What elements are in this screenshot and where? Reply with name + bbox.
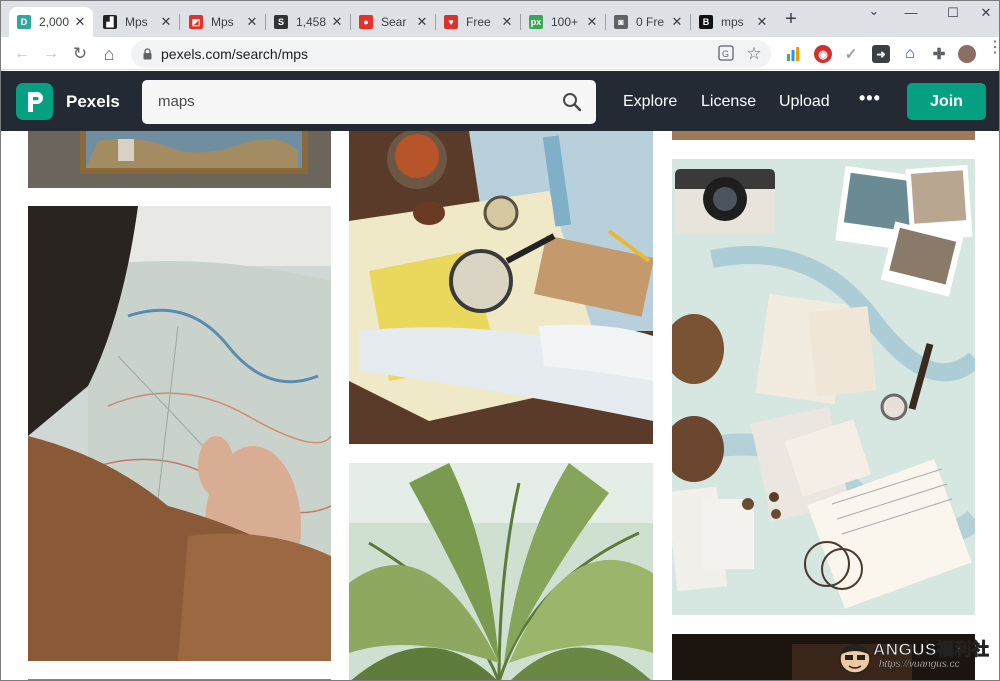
forward-button[interactable]: → [40,43,62,65]
browser-tab-8[interactable]: ◙ 0 Fre ✕ [606,7,690,37]
tab-title: Mps [125,15,148,29]
pexels-logo-icon[interactable] [16,83,53,120]
site-logo-text[interactable]: Pexels [66,92,120,112]
photo-wood-table[interactable] [672,131,975,140]
photo-camera-polaroids-passports[interactable] [672,159,975,615]
close-tab-icon[interactable]: ✕ [755,14,769,30]
photo-palm-leaves[interactable] [349,463,653,680]
tab-favicon-icon: ◙ [614,15,628,29]
minimize-button[interactable]: — [896,5,926,23]
svg-text:G: G [722,49,729,59]
join-button[interactable]: Join [907,83,986,120]
close-tab-icon[interactable]: ✕ [585,14,599,30]
browser-menu-icon[interactable]: ⋮ [987,40,999,56]
browser-tab-1[interactable]: D 2,000 ✕ [9,7,93,37]
browser-window: D 2,000 ✕ ▟ Mps ✕ ◩ Mps ✕ S 1,458 ✕ ● Sear ✕ ♥ Free ✕ px 10… [0,0,1000,681]
translate-icon[interactable]: G [717,45,735,63]
tab-title: Mps [211,15,234,29]
tab-favicon-icon: ● [359,15,373,29]
nav-link-explore[interactable]: Explore [623,93,677,111]
tab-favicon-icon: ▟ [103,15,117,29]
tab-title: 100+ [551,15,579,29]
check-extension-icon[interactable]: ✓ [842,45,860,63]
tab-title: 0 Fre [636,15,665,29]
home-extension-icon[interactable]: ⌂ [901,45,919,63]
puzzle-extensions-icon[interactable]: ✚ [930,45,948,63]
tab-favicon-icon: px [529,15,543,29]
tab-favicon-icon: ♥ [444,15,458,29]
close-tab-icon[interactable]: ✕ [670,14,684,30]
close-tab-icon[interactable]: ✕ [330,14,344,30]
tab-separator [179,14,180,30]
tab-favicon-icon: ◩ [189,15,203,29]
tab-title: mps [721,15,744,29]
browser-tab-6[interactable]: ♥ Free ✕ [436,7,520,37]
watermark: ANGUS福利社 https://vuangus.cc [837,633,997,679]
more-menu-button[interactable]: ••• [859,88,881,109]
site-header: Pexels maps Explore License Upload ••• J… [1,71,999,131]
browser-toolbar: ← → ↻ ⌂ pexels.com/search/mps G ☆ ◉ ✓ ➜ … [1,37,999,70]
browser-tab-9[interactable]: Bmps ✕ [691,7,775,37]
close-tab-icon[interactable]: ✕ [500,14,514,30]
photo-grid [1,131,999,680]
tab-favicon-icon: B [699,15,713,29]
home-button[interactable]: ⌂ [98,43,120,65]
url-text: pexels.com/search/mps [161,46,309,62]
back-button[interactable]: ← [11,43,33,65]
new-tab-button[interactable]: + [781,9,801,30]
tab-strip: D 2,000 ✕ ▟ Mps ✕ ◩ Mps ✕ S 1,458 ✕ ● Sear ✕ ♥ Free ✕ px 10… [1,1,999,37]
photo-man-reading-map[interactable] [28,206,331,661]
profile-avatar[interactable] [958,45,976,63]
search-icon[interactable] [562,92,582,112]
arrow-extension-icon[interactable]: ➜ [872,45,890,63]
close-tab-icon[interactable]: ✕ [73,14,87,30]
browser-tab-2[interactable]: ▟ Mps ✕ [95,7,179,37]
search-input[interactable]: maps [142,80,596,124]
photo-maps-magnifier-compass[interactable] [349,131,653,444]
browser-tab-7[interactable]: px 100+ ✕ [521,7,605,37]
mascot-logo-icon [839,644,871,674]
close-tab-icon[interactable]: ✕ [245,14,259,30]
maximize-button[interactable]: ☐ [938,5,968,23]
close-tab-icon[interactable]: ✕ [415,14,429,30]
tab-title: Free [466,15,491,29]
tab-favicon-icon: D [17,15,31,29]
nav-link-license[interactable]: License [701,93,756,111]
browser-tab-4[interactable]: S 1,458 ✕ [266,7,350,37]
browser-tab-3[interactable]: ◩ Mps ✕ [181,7,265,37]
reload-button[interactable]: ↻ [69,43,91,65]
close-tab-icon[interactable]: ✕ [159,14,173,30]
adblock-extension-icon[interactable]: ◉ [814,45,832,63]
chart-extension-icon[interactable] [784,45,802,63]
photo-framed-map[interactable] [28,131,331,188]
tab-search-icon[interactable]: ⌄ [859,3,889,21]
address-bar[interactable]: pexels.com/search/mps G ☆ [131,40,771,68]
tab-title: 2,000 [39,15,69,29]
tab-favicon-icon: S [274,15,288,29]
tab-title: 1,458 [296,15,326,29]
close-window-button[interactable]: ✕ [971,5,999,23]
nav-link-upload[interactable]: Upload [779,93,830,111]
browser-tab-5[interactable]: ● Sear ✕ [351,7,435,37]
watermark-url: https://vuangus.cc [879,659,960,670]
search-value: maps [158,93,195,110]
lock-icon [143,48,152,60]
bookmark-star-icon[interactable]: ☆ [745,45,763,63]
tab-title: Sear [381,15,407,29]
watermark-title: ANGUS福利社 [872,640,990,660]
